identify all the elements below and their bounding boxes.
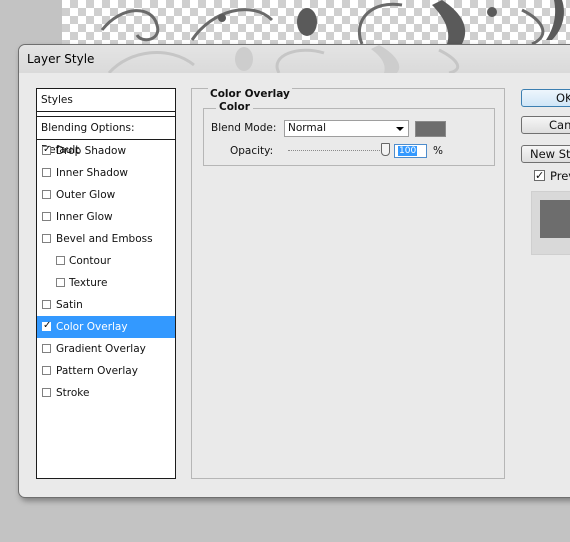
color-overlay-panel: Color Overlay Color Blend Mode: Normal O… bbox=[191, 88, 505, 479]
ornament-artwork bbox=[100, 0, 564, 44]
inner-shadow-checkbox[interactable] bbox=[42, 168, 51, 177]
layer-style-dialog: Layer Style Styles Blending Options: Def… bbox=[18, 44, 570, 498]
style-item-label: Pattern Overlay bbox=[56, 365, 138, 377]
opacity-value: 100 bbox=[398, 146, 418, 156]
group-title: Color bbox=[216, 101, 253, 113]
blend-mode-select[interactable]: Normal bbox=[284, 120, 409, 137]
style-item-outer-glow[interactable]: Outer Glow bbox=[37, 184, 175, 206]
style-item-pattern-overlay[interactable]: Pattern Overlay bbox=[37, 360, 175, 382]
styles-header[interactable]: Styles bbox=[37, 89, 175, 112]
style-item-label: Inner Glow bbox=[56, 211, 113, 223]
style-item-inner-glow[interactable]: Inner Glow bbox=[37, 206, 175, 228]
style-item-label: Satin bbox=[56, 299, 83, 311]
opacity-input[interactable]: 100 bbox=[394, 144, 427, 158]
style-item-texture[interactable]: Texture bbox=[37, 272, 175, 294]
style-item-label: Color Overlay bbox=[56, 321, 128, 333]
preview-swatch bbox=[540, 200, 570, 238]
style-item-label: Bevel and Emboss bbox=[56, 233, 153, 245]
drop-shadow-checkbox[interactable] bbox=[42, 140, 51, 160]
new-style-button[interactable]: New Style... bbox=[521, 145, 570, 163]
satin-checkbox[interactable] bbox=[42, 300, 51, 309]
preview-checkbox[interactable] bbox=[534, 166, 545, 186]
document-canvas bbox=[62, 0, 570, 44]
style-item-label: Gradient Overlay bbox=[56, 343, 146, 355]
style-item-stroke[interactable]: Stroke bbox=[37, 382, 175, 404]
title-bar[interactable]: Layer Style bbox=[19, 45, 570, 73]
preview-label[interactable]: Preview bbox=[550, 169, 570, 183]
styles-list[interactable]: Styles Blending Options: Default Drop Sh… bbox=[36, 88, 176, 479]
style-item-satin[interactable]: Satin bbox=[37, 294, 175, 316]
preview-thumbnail bbox=[531, 191, 570, 255]
style-item-contour[interactable]: Contour bbox=[37, 250, 175, 272]
opacity-slider[interactable] bbox=[288, 150, 388, 152]
opacity-unit: % bbox=[433, 145, 443, 157]
pattern-overlay-checkbox[interactable] bbox=[42, 366, 51, 375]
gradient-overlay-checkbox[interactable] bbox=[42, 344, 51, 353]
window-title: Layer Style bbox=[27, 52, 95, 66]
blending-options-item[interactable]: Blending Options: Default bbox=[37, 116, 175, 156]
style-item-label: Stroke bbox=[56, 387, 90, 399]
ok-button[interactable]: OK bbox=[521, 89, 570, 107]
panel-title: Color Overlay bbox=[208, 88, 292, 100]
style-item-label: Inner Shadow bbox=[56, 167, 128, 179]
contour-checkbox[interactable] bbox=[56, 256, 65, 265]
style-item-label: Outer Glow bbox=[56, 189, 116, 201]
dropdown-arrow-icon[interactable] bbox=[396, 127, 404, 131]
style-item-label: Texture bbox=[69, 277, 108, 289]
style-item-gradient-overlay[interactable]: Gradient Overlay bbox=[37, 338, 175, 360]
color-overlay-checkbox[interactable] bbox=[42, 316, 51, 336]
title-bar-ghost-artwork bbox=[107, 45, 460, 73]
inner-glow-checkbox[interactable] bbox=[42, 212, 51, 221]
blend-mode-label: Blend Mode: bbox=[211, 122, 277, 134]
opacity-slider-thumb[interactable] bbox=[381, 143, 390, 156]
style-item-drop-shadow[interactable]: Drop Shadow bbox=[37, 140, 175, 162]
style-item-bevel-and-emboss[interactable]: Bevel and Emboss bbox=[37, 228, 175, 250]
color-group: Color Blend Mode: Normal Opacity: 100 % bbox=[203, 101, 495, 166]
style-item-label: Drop Shadow bbox=[56, 145, 127, 157]
cancel-button[interactable]: Cancel bbox=[521, 116, 570, 134]
style-item-inner-shadow[interactable]: Inner Shadow bbox=[37, 162, 175, 184]
bevel-and-emboss-checkbox[interactable] bbox=[42, 234, 51, 243]
outer-glow-checkbox[interactable] bbox=[42, 190, 51, 199]
style-item-color-overlay[interactable]: Color Overlay bbox=[37, 316, 175, 338]
opacity-label: Opacity: bbox=[230, 145, 274, 157]
blend-mode-value: Normal bbox=[288, 122, 326, 134]
overlay-color-swatch[interactable] bbox=[415, 121, 446, 137]
stroke-checkbox[interactable] bbox=[42, 388, 51, 397]
style-item-label: Contour bbox=[69, 255, 111, 267]
texture-checkbox[interactable] bbox=[56, 278, 65, 287]
